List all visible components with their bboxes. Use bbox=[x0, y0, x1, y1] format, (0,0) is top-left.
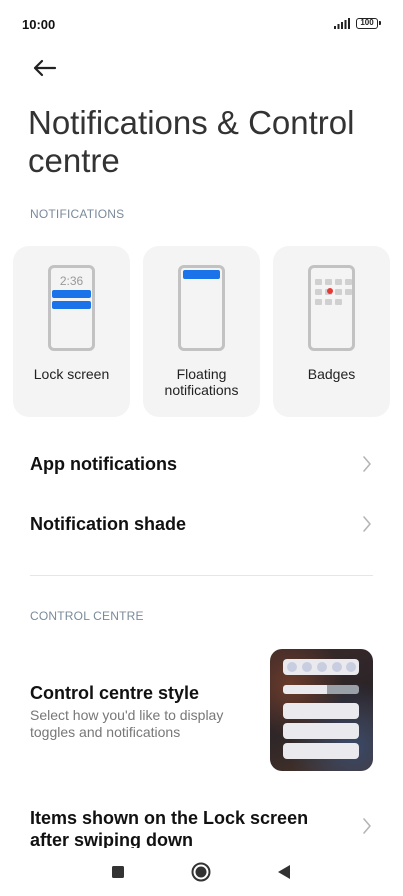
status-time: 10:00 bbox=[22, 17, 56, 32]
control-centre-style-title: Control centre style bbox=[30, 683, 200, 703]
recents-icon[interactable] bbox=[106, 860, 130, 884]
divider bbox=[30, 575, 373, 576]
lock-screen-items-label: Items shown on the Lock screen after swi… bbox=[30, 808, 309, 850]
lock-preview-time: 2:36 bbox=[59, 274, 84, 288]
card-label-lock-screen: Lock screen bbox=[33, 366, 110, 382]
notification-preview bbox=[283, 703, 359, 719]
notification-preview bbox=[283, 723, 359, 739]
toggle-row bbox=[283, 659, 359, 675]
badges-card[interactable]: Badges bbox=[273, 246, 390, 417]
lock-screen-preview-icon: 2:36 bbox=[48, 265, 95, 351]
brightness-slider bbox=[283, 685, 359, 694]
card-label-badges: Badges bbox=[307, 366, 356, 382]
notification-bar bbox=[52, 290, 91, 298]
section-header-notifications: NOTIFICATIONS bbox=[30, 207, 125, 221]
back-button[interactable] bbox=[28, 54, 60, 86]
notification-shade-row[interactable]: Notification shade bbox=[0, 496, 403, 552]
lock-screen-items-row[interactable]: Items shown on the Lock screen after swi… bbox=[0, 800, 403, 850]
chevron-right-icon bbox=[363, 516, 371, 532]
notification-preview bbox=[283, 743, 359, 759]
back-arrow-icon bbox=[33, 59, 57, 77]
floating-notification-bar bbox=[183, 270, 220, 279]
card-label-floating-notifications: Floating notifications bbox=[164, 366, 239, 398]
back-icon[interactable] bbox=[272, 860, 296, 884]
notification-shade-label: Notification shade bbox=[30, 514, 187, 534]
badge-dot-icon bbox=[327, 288, 333, 294]
app-notifications-row[interactable]: App notifications bbox=[0, 436, 403, 492]
control-centre-style-row[interactable]: Control centre style Select how you'd li… bbox=[0, 645, 403, 775]
navigation-bar bbox=[0, 848, 403, 896]
signal-icon bbox=[334, 18, 350, 29]
section-header-control-centre: CONTROL CENTRE bbox=[30, 609, 144, 623]
page-title: Notifications & Control centre bbox=[28, 104, 355, 179]
battery-icon: 100 bbox=[356, 18, 381, 29]
lock-screen-card[interactable]: 2:36 Lock screen bbox=[13, 246, 130, 417]
status-bar: 10:00 100 bbox=[0, 0, 403, 48]
notification-bar bbox=[52, 301, 91, 309]
chevron-right-icon bbox=[363, 456, 371, 472]
home-icon[interactable] bbox=[189, 860, 213, 884]
chevron-right-icon bbox=[363, 818, 371, 834]
floating-notifications-preview-icon bbox=[178, 265, 225, 351]
badges-preview-icon bbox=[308, 265, 355, 351]
control-centre-preview-image bbox=[270, 649, 373, 771]
app-notifications-label: App notifications bbox=[30, 454, 177, 474]
floating-notifications-card[interactable]: Floating notifications bbox=[143, 246, 260, 417]
control-centre-style-subtitle: Select how you'd like to display toggles… bbox=[30, 707, 224, 740]
